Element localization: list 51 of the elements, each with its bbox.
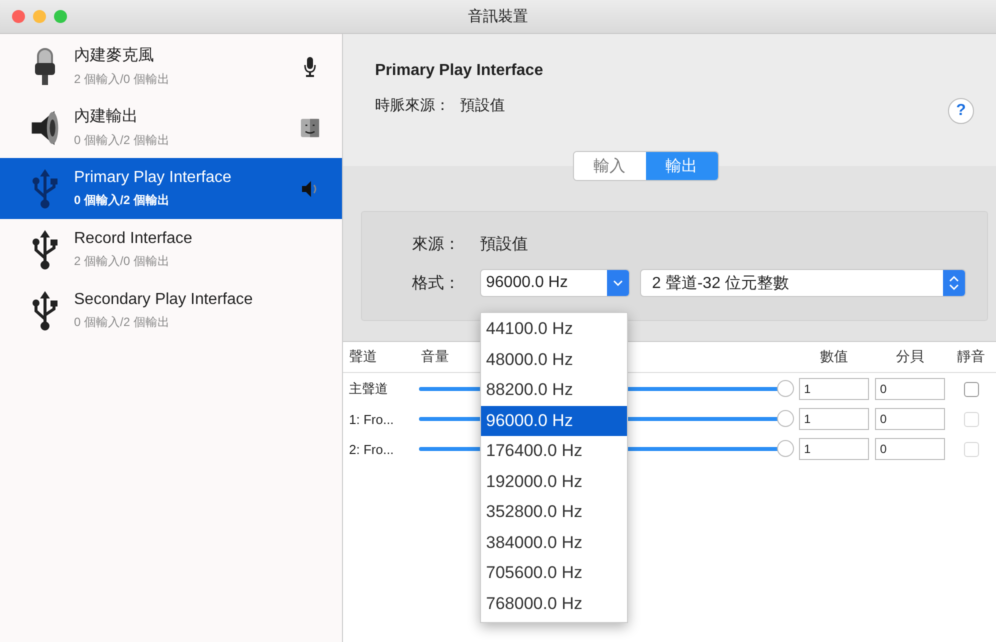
device-name: Primary Play Interface xyxy=(74,168,232,186)
menu-item[interactable]: 768000.0 Hz xyxy=(481,588,627,619)
device-title: Primary Play Interface xyxy=(375,62,544,80)
clock-source-label: 時脈來源： xyxy=(375,96,450,115)
column-header: 音量 xyxy=(421,348,449,364)
mute-checkbox[interactable] xyxy=(964,382,978,396)
device-item[interactable]: 內建輸出 0 個輸入/2 個輸出 xyxy=(0,97,342,158)
chevron-down-icon xyxy=(613,280,623,286)
column-header: 聲道 xyxy=(348,348,378,366)
column-header: 分貝 xyxy=(895,348,925,366)
menu-item[interactable]: 48000.0 Hz xyxy=(481,344,627,375)
device-io-count: 2 個輸入/0 個輸出 xyxy=(74,252,170,270)
menu-item[interactable]: 44100.0 Hz xyxy=(481,314,627,344)
clock-source-value: 預設值 xyxy=(460,96,505,115)
close-button[interactable] xyxy=(12,10,25,23)
sample-rate-dropdown[interactable]: 96000.0 Hz xyxy=(480,269,630,297)
menu-item[interactable]: 96000.0 Hz xyxy=(481,406,627,436)
value-field[interactable]: 1 xyxy=(799,378,869,400)
channel-name: 2: Fro... xyxy=(348,442,395,456)
format-dropdown[interactable]: 2 聲道-32 位元整數 xyxy=(640,269,966,297)
menu-item[interactable]: 88200.0 Hz xyxy=(481,375,627,406)
device-io-count: 0 個輸入/2 個輸出 xyxy=(74,192,170,208)
column-header: 數值 xyxy=(819,348,849,366)
device-item[interactable]: Primary Play Interface 0 個輸入/2 個輸出 xyxy=(0,158,342,219)
menu-item[interactable]: 192000.0 Hz xyxy=(481,466,627,497)
channel-name: 主聲道 xyxy=(348,380,389,398)
menu-item[interactable]: 705600.0 Hz xyxy=(481,558,627,588)
device-name: Record Interface xyxy=(74,230,194,248)
decibel-field[interactable]: 0 xyxy=(875,378,945,400)
menu-item[interactable]: 384000.0 Hz xyxy=(481,528,627,558)
device-item[interactable]: 內建麥克風 2 個輸入/0 個輸出 xyxy=(0,36,342,97)
column-header: 靜音 xyxy=(956,348,986,366)
device-item[interactable]: Record Interface 2 個輸入/0 個輸出 xyxy=(0,219,342,280)
help-button[interactable]: ? xyxy=(948,98,974,124)
window-title: 音訊裝置 xyxy=(467,7,529,26)
device-item[interactable]: Secondary Play Interface 0 個輸入/2 個輸出 xyxy=(0,280,342,341)
format-label: 格式： xyxy=(412,274,461,294)
device-name: 內建麥克風 xyxy=(74,46,155,66)
source-label: 來源： xyxy=(412,234,461,255)
channel-name: 1: Fro... xyxy=(348,412,395,426)
minimize-button[interactable] xyxy=(33,10,46,23)
menu-item[interactable]: 352800.0 Hz xyxy=(481,497,627,528)
menu-item[interactable]: 176400.0 Hz xyxy=(481,436,627,466)
device-io-count: 0 個輸入/2 個輸出 xyxy=(74,314,170,330)
source-value: 預設值 xyxy=(480,235,528,255)
device-name: Secondary Play Interface xyxy=(74,290,254,308)
up-down-chevron-icon xyxy=(949,276,959,290)
device-name: 內建輸出 xyxy=(74,106,139,127)
device-io-count: 0 個輸入/2 個輸出 xyxy=(74,132,170,149)
device-io-count: 2 個輸入/0 個輸出 xyxy=(74,71,170,88)
zoom-button[interactable] xyxy=(54,10,67,23)
